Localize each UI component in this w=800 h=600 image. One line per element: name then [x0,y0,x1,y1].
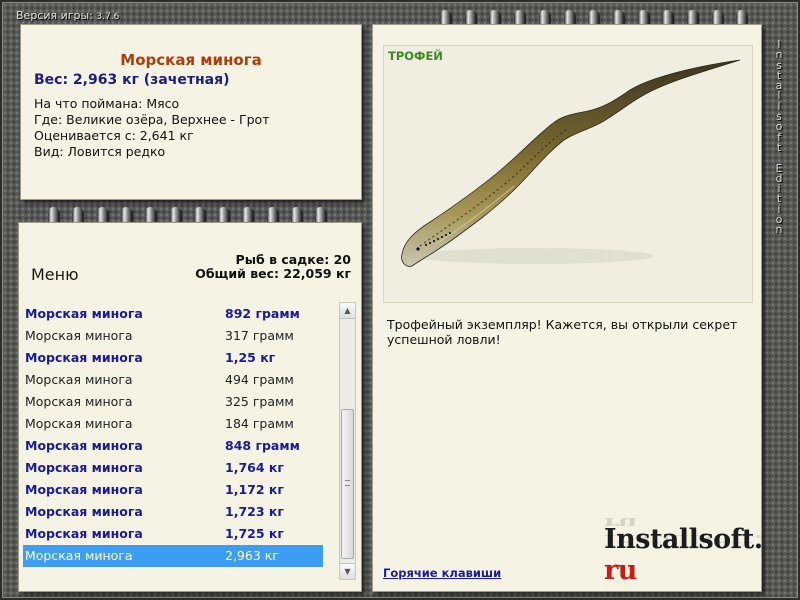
catch-row-name: Морская минога [25,482,143,497]
catch-row-weight: 848 грамм [225,438,300,453]
catch-row-name: Морская минога [25,394,133,409]
catch-row-name: Морская минога [25,548,133,563]
hotkeys-link[interactable]: Горячие клавиши [383,566,501,580]
catch-row[interactable]: Морская минога 494 грамм [23,369,323,391]
scroll-down-button[interactable]: ▼ [340,563,355,579]
catch-row-name: Морская минога [25,526,143,541]
catch-row-weight: 325 грамм [225,394,294,409]
scroll-grip-icon [345,480,350,486]
catch-row[interactable]: Морская минога 2,963 кг [23,545,323,567]
fish-image-box: ТРОФЕЙ [383,45,753,303]
fish-weight: Вес: 2,963 кг (зачетная) [34,72,230,88]
menu-card: Меню Рыб в садке: 20 Общий вес: 22,059 к… [18,222,362,592]
scroll-thumb[interactable] [341,409,354,559]
catch-row-weight: 892 грамм [225,306,300,321]
catch-row-name: Морская минога [25,350,143,365]
catch-row[interactable]: Морская минога 892 грамм [23,303,323,325]
fish-threshold: Оценивается с: 2,641 кг [34,128,194,143]
catch-row-weight: 1,723 кг [225,504,284,519]
catch-row-weight: 1,25 кг [225,350,276,365]
catch-row[interactable]: Морская минога 1,25 кг [23,347,323,369]
catch-row[interactable]: Морская минога 1,723 кг [23,501,323,523]
catch-row[interactable]: Морская минога 184 грамм [23,413,323,435]
total-weight: Общий вес: 22,059 кг [195,266,351,281]
catch-row-weight: 2,963 кг [225,548,279,563]
catch-row-weight: 1,172 кг [225,482,284,497]
catch-row[interactable]: Морская минога 848 грамм [23,435,323,457]
catch-row-name: Морская минога [25,328,133,343]
fish-location: Где: Великие озёра, Верхнее - Грот [34,112,270,127]
catch-row-weight: 1,764 кг [225,460,284,475]
fish-title: Морская минога [120,51,262,69]
version-label-text: Версия игры: [16,9,93,22]
catch-row-name: Морская минога [25,438,143,453]
catch-list: Морская минога 892 грамм Морская минога 317… [23,303,341,589]
catch-row-name: Морская минога [25,460,143,475]
logo-suffix: ru [604,555,637,586]
catch-row-name: Морская минога [25,306,143,321]
catch-row-name: Морская минога [25,416,133,431]
menu-button[interactable]: Меню [31,265,79,284]
catch-list-scrollbar[interactable]: ▲ ▼ [339,302,356,580]
fish-count: Рыб в садке: 20 [235,252,351,267]
lamprey-image [401,59,741,267]
version-number: 3.7.6 [96,12,120,22]
catch-row-weight: 494 грамм [225,372,294,387]
catch-row-weight: 184 грамм [225,416,294,431]
trophy-card: ТРОФЕЙ Трофейный экземпляр! Кажется, вы … [372,24,762,592]
catch-row-name: Морская минога [25,504,143,519]
catch-row[interactable]: Морская минога 1,725 кг [23,523,323,545]
catch-row[interactable]: Морская минога 317 грамм [23,325,323,347]
fish-bait: На что поймана: Мясо [34,96,180,111]
version-label: Версия игры: 3.7.6 [16,9,119,22]
catch-row[interactable]: Морская минога 1,172 кг [23,479,323,501]
catch-stats: Рыб в садке: 20 Общий вес: 22,059 кг [195,253,351,281]
trophy-badge: ТРОФЕЙ [388,49,443,63]
fish-rarity: Вид: Ловится редко [34,144,166,159]
fish-info-card: Морская минога Вес: 2,963 кг (зачетная) … [20,24,362,200]
edition-side-text: Installsoft Edition [775,38,783,237]
scroll-up-button[interactable]: ▲ [340,303,355,319]
catch-row-weight: 1,725 кг [225,526,284,541]
catch-row-weight: 317 грамм [225,328,294,343]
logo-reflection: Installsoft. ru [604,513,763,548]
trophy-description: Трофейный экземпляр! Кажется, вы открыли… [387,317,738,347]
catch-row[interactable]: Морская минога 1,764 кг [23,457,323,479]
catch-row-name: Морская минога [25,372,133,387]
catch-row[interactable]: Морская минога 325 грамм [23,391,323,413]
